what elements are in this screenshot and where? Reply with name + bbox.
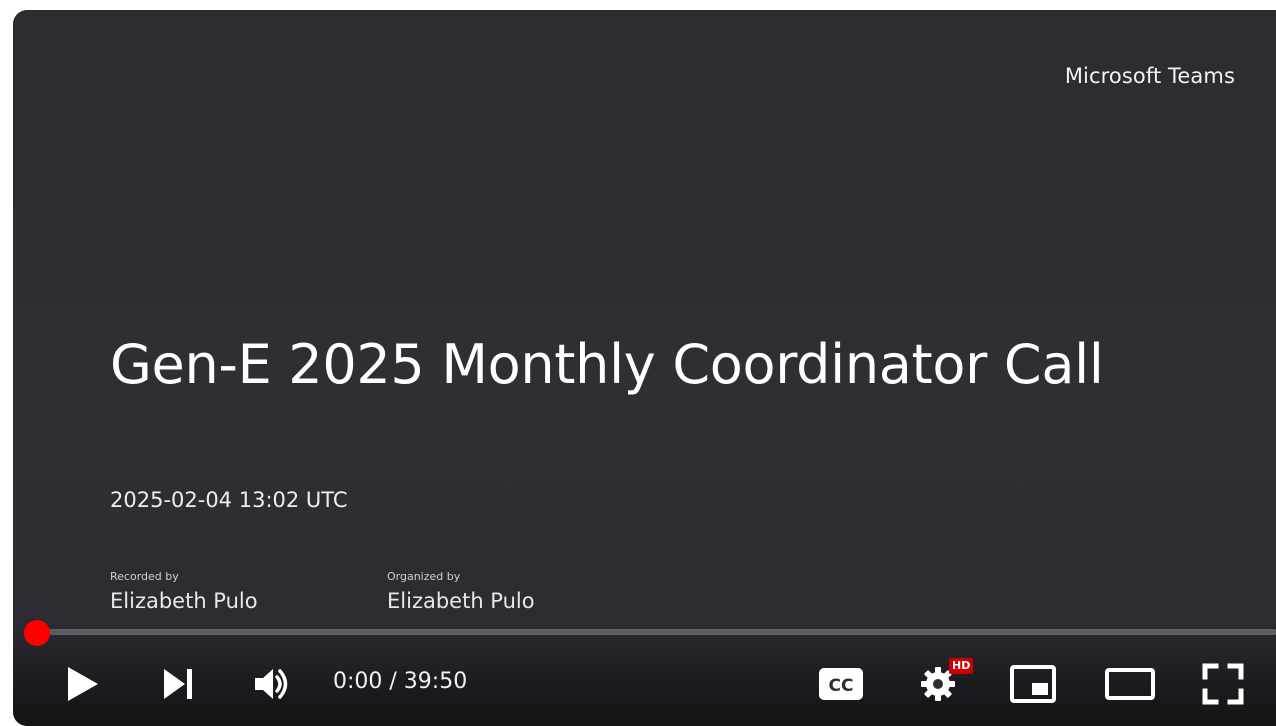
recording-datetime: 2025-02-04 13:02 UTC bbox=[110, 488, 348, 512]
organized-by-block: Organized by Elizabeth Pulo bbox=[387, 570, 535, 613]
miniplayer-icon bbox=[1009, 664, 1057, 704]
theater-mode-icon bbox=[1104, 666, 1156, 702]
volume-button[interactable] bbox=[243, 658, 303, 710]
play-button[interactable] bbox=[53, 658, 113, 710]
miniplayer-button[interactable] bbox=[1003, 658, 1063, 710]
recorded-by-label: Recorded by bbox=[110, 570, 179, 583]
next-button[interactable] bbox=[148, 658, 208, 710]
video-player[interactable]: Microsoft Teams Gen-E 2025 Monthly Coord… bbox=[13, 10, 1276, 726]
organized-by-label: Organized by bbox=[387, 570, 461, 583]
next-icon bbox=[161, 667, 195, 701]
svg-text:CC: CC bbox=[829, 676, 854, 696]
theater-mode-button[interactable] bbox=[1098, 658, 1162, 710]
captions-icon: CC bbox=[818, 667, 864, 701]
progress-scrubber-handle[interactable] bbox=[24, 620, 50, 646]
video-title-slide: Gen-E 2025 Monthly Coordinator Call bbox=[110, 333, 1104, 396]
recorded-by-block: Recorded by Elizabeth Pulo bbox=[110, 570, 258, 613]
progress-bar[interactable] bbox=[25, 629, 1276, 635]
organized-by-name: Elizabeth Pulo bbox=[387, 589, 535, 613]
time-display: 0:00 / 39:50 bbox=[333, 669, 468, 694]
play-icon bbox=[66, 666, 100, 702]
captions-button[interactable]: CC bbox=[811, 658, 871, 710]
brand-label: Microsoft Teams bbox=[1064, 64, 1235, 88]
volume-icon bbox=[253, 666, 293, 702]
hd-badge: HD bbox=[949, 658, 974, 674]
fullscreen-button[interactable] bbox=[1193, 658, 1253, 710]
recorded-by-name: Elizabeth Pulo bbox=[110, 589, 258, 613]
fullscreen-icon bbox=[1202, 663, 1244, 705]
